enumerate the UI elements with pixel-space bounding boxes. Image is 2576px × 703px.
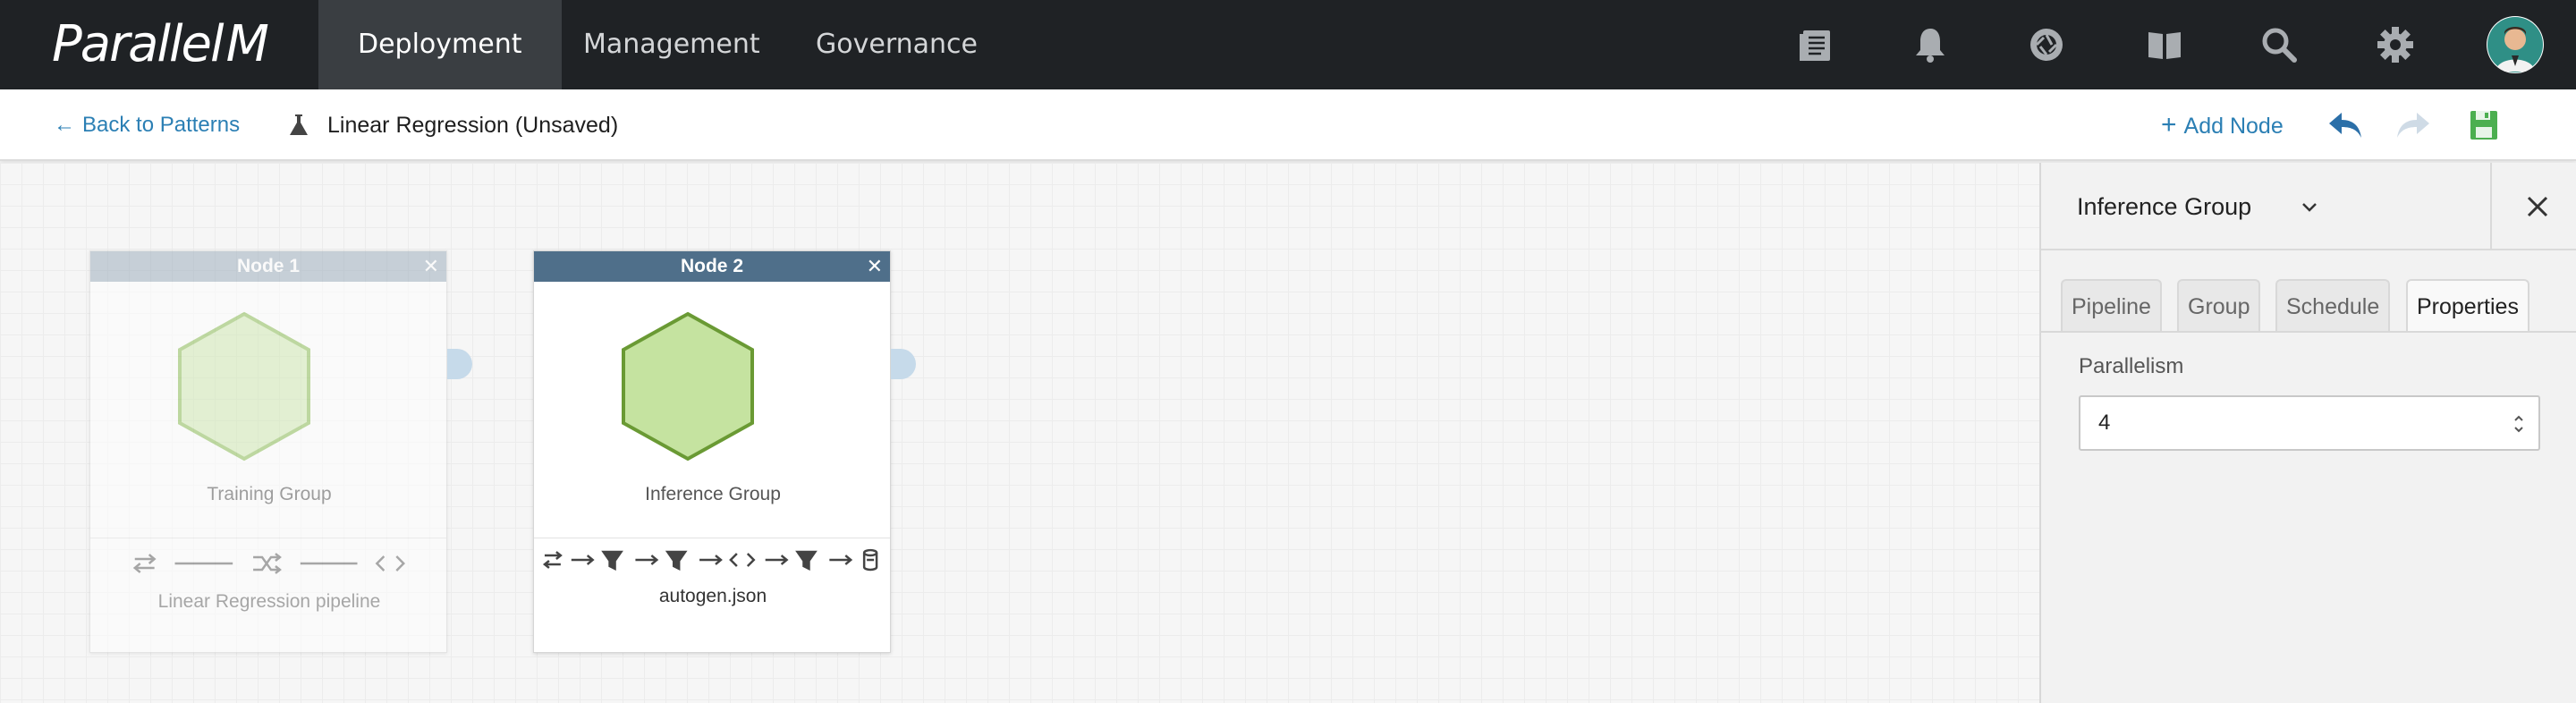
code-icon <box>375 555 405 572</box>
nav-tab-deployment[interactable]: Deployment <box>318 0 562 89</box>
add-node-button[interactable]: + Add Node <box>2161 89 2284 161</box>
parallelism-label: Parallelism <box>2079 354 2184 378</box>
chevron-down-icon[interactable] <box>2299 197 2320 218</box>
close-icon[interactable] <box>2515 184 2560 229</box>
parallelism-field <box>2079 395 2540 451</box>
pipeline-flow <box>542 548 878 572</box>
close-icon[interactable]: ✕ <box>423 251 439 282</box>
tab-label: Properties <box>2417 294 2519 319</box>
node-card-2[interactable]: Node 2 ✕ Inference Group autogen.json <box>533 250 891 653</box>
pattern-toolbar: ← Back to Patterns Linear Regression (Uns… <box>0 89 2576 161</box>
arrow-right-icon <box>571 555 595 565</box>
back-link-label: Back to Patterns <box>82 113 241 137</box>
panel-header: Inference Group <box>2041 163 2576 250</box>
hexagon-icon <box>178 311 310 462</box>
nav-tab-label: Management <box>583 29 760 60</box>
logo-text: Parallel <box>52 15 225 73</box>
tab-schedule[interactable]: Schedule <box>2275 279 2391 331</box>
properties-panel: Inference Group Pipeline Group Schedule … <box>2039 163 2576 703</box>
nav-tab-label: Governance <box>816 29 978 60</box>
tab-label: Pipeline <box>2072 294 2151 319</box>
pipeline-flow <box>132 553 405 574</box>
tab-properties[interactable]: Properties <box>2406 279 2529 333</box>
tab-label: Group <box>2188 294 2250 319</box>
plus-icon: + <box>2161 110 2177 140</box>
document-list-icon[interactable] <box>1792 21 1839 68</box>
user-avatar[interactable] <box>2487 16 2544 73</box>
pattern-title: Linear Regression (Unsaved) <box>327 113 619 138</box>
redo-icon[interactable] <box>2394 107 2433 143</box>
save-icon[interactable] <box>2465 107 2504 143</box>
node-card-1[interactable]: Node 1 ✕ Training Group Linear Regression… <box>89 250 447 653</box>
tab-underline <box>2041 331 2576 333</box>
shuffle-icon <box>253 553 282 574</box>
brand-logo[interactable]: ParallelM <box>52 15 269 73</box>
node-header[interactable]: Node 2 ✕ <box>534 251 890 282</box>
tab-group[interactable]: Group <box>2177 279 2261 331</box>
hexagon-icon <box>622 311 754 462</box>
node-1-output-port[interactable] <box>447 349 472 379</box>
number-stepper-icon[interactable] <box>2512 411 2526 436</box>
transform-icon <box>542 551 563 569</box>
gear-icon[interactable] <box>2372 21 2419 68</box>
node-group-label: Training Group <box>207 484 332 504</box>
parallelism-input[interactable] <box>2080 397 2474 449</box>
search-icon[interactable] <box>2256 21 2302 68</box>
node-pipeline-label: autogen.json <box>658 586 767 606</box>
panel-header-divider <box>2490 163 2492 250</box>
arrow-right-icon <box>829 555 853 565</box>
bell-icon[interactable] <box>1907 21 1953 68</box>
nav-tab-governance[interactable]: Governance <box>776 0 1017 89</box>
add-node-label: Add Node <box>2183 114 2284 139</box>
nav-tab-label: Deployment <box>358 29 522 60</box>
arrow-right-icon <box>699 555 723 565</box>
nav-tab-management[interactable]: Management <box>544 0 800 89</box>
logo-mark: M <box>225 15 269 73</box>
flask-icon <box>290 114 308 135</box>
close-icon[interactable]: ✕ <box>867 251 883 282</box>
back-to-patterns-link[interactable]: ← Back to Patterns <box>54 89 240 161</box>
node-pipeline-label: Linear Regression pipeline <box>157 591 381 612</box>
tab-pipeline[interactable]: Pipeline <box>2061 279 2162 331</box>
filter-icon <box>665 550 688 571</box>
code-icon <box>729 553 756 567</box>
tab-label: Schedule <box>2286 294 2380 319</box>
node-header[interactable]: Node 1 ✕ <box>90 251 446 282</box>
top-navigation-bar: ParallelM Deployment Management Governan… <box>0 0 2576 89</box>
node-group-label: Inference Group <box>645 484 781 504</box>
node-title: Node 1 <box>236 256 300 276</box>
arrow-right-icon <box>635 555 659 565</box>
arrow-left-icon: ← <box>54 113 75 137</box>
filter-icon <box>601 550 623 571</box>
node-title: Node 2 <box>680 256 743 276</box>
database-icon <box>862 548 878 572</box>
panel-title: Inference Group <box>2077 193 2252 220</box>
pattern-canvas[interactable]: Node 1 ✕ Training Group Linear Regression… <box>0 163 2039 703</box>
aperture-icon[interactable] <box>2023 21 2070 68</box>
undo-icon[interactable] <box>2326 107 2365 143</box>
filter-icon <box>795 550 818 571</box>
node-2-output-port[interactable] <box>891 349 916 379</box>
arrow-right-icon <box>765 555 789 565</box>
transform-icon <box>132 554 157 573</box>
book-icon[interactable] <box>2141 21 2188 68</box>
